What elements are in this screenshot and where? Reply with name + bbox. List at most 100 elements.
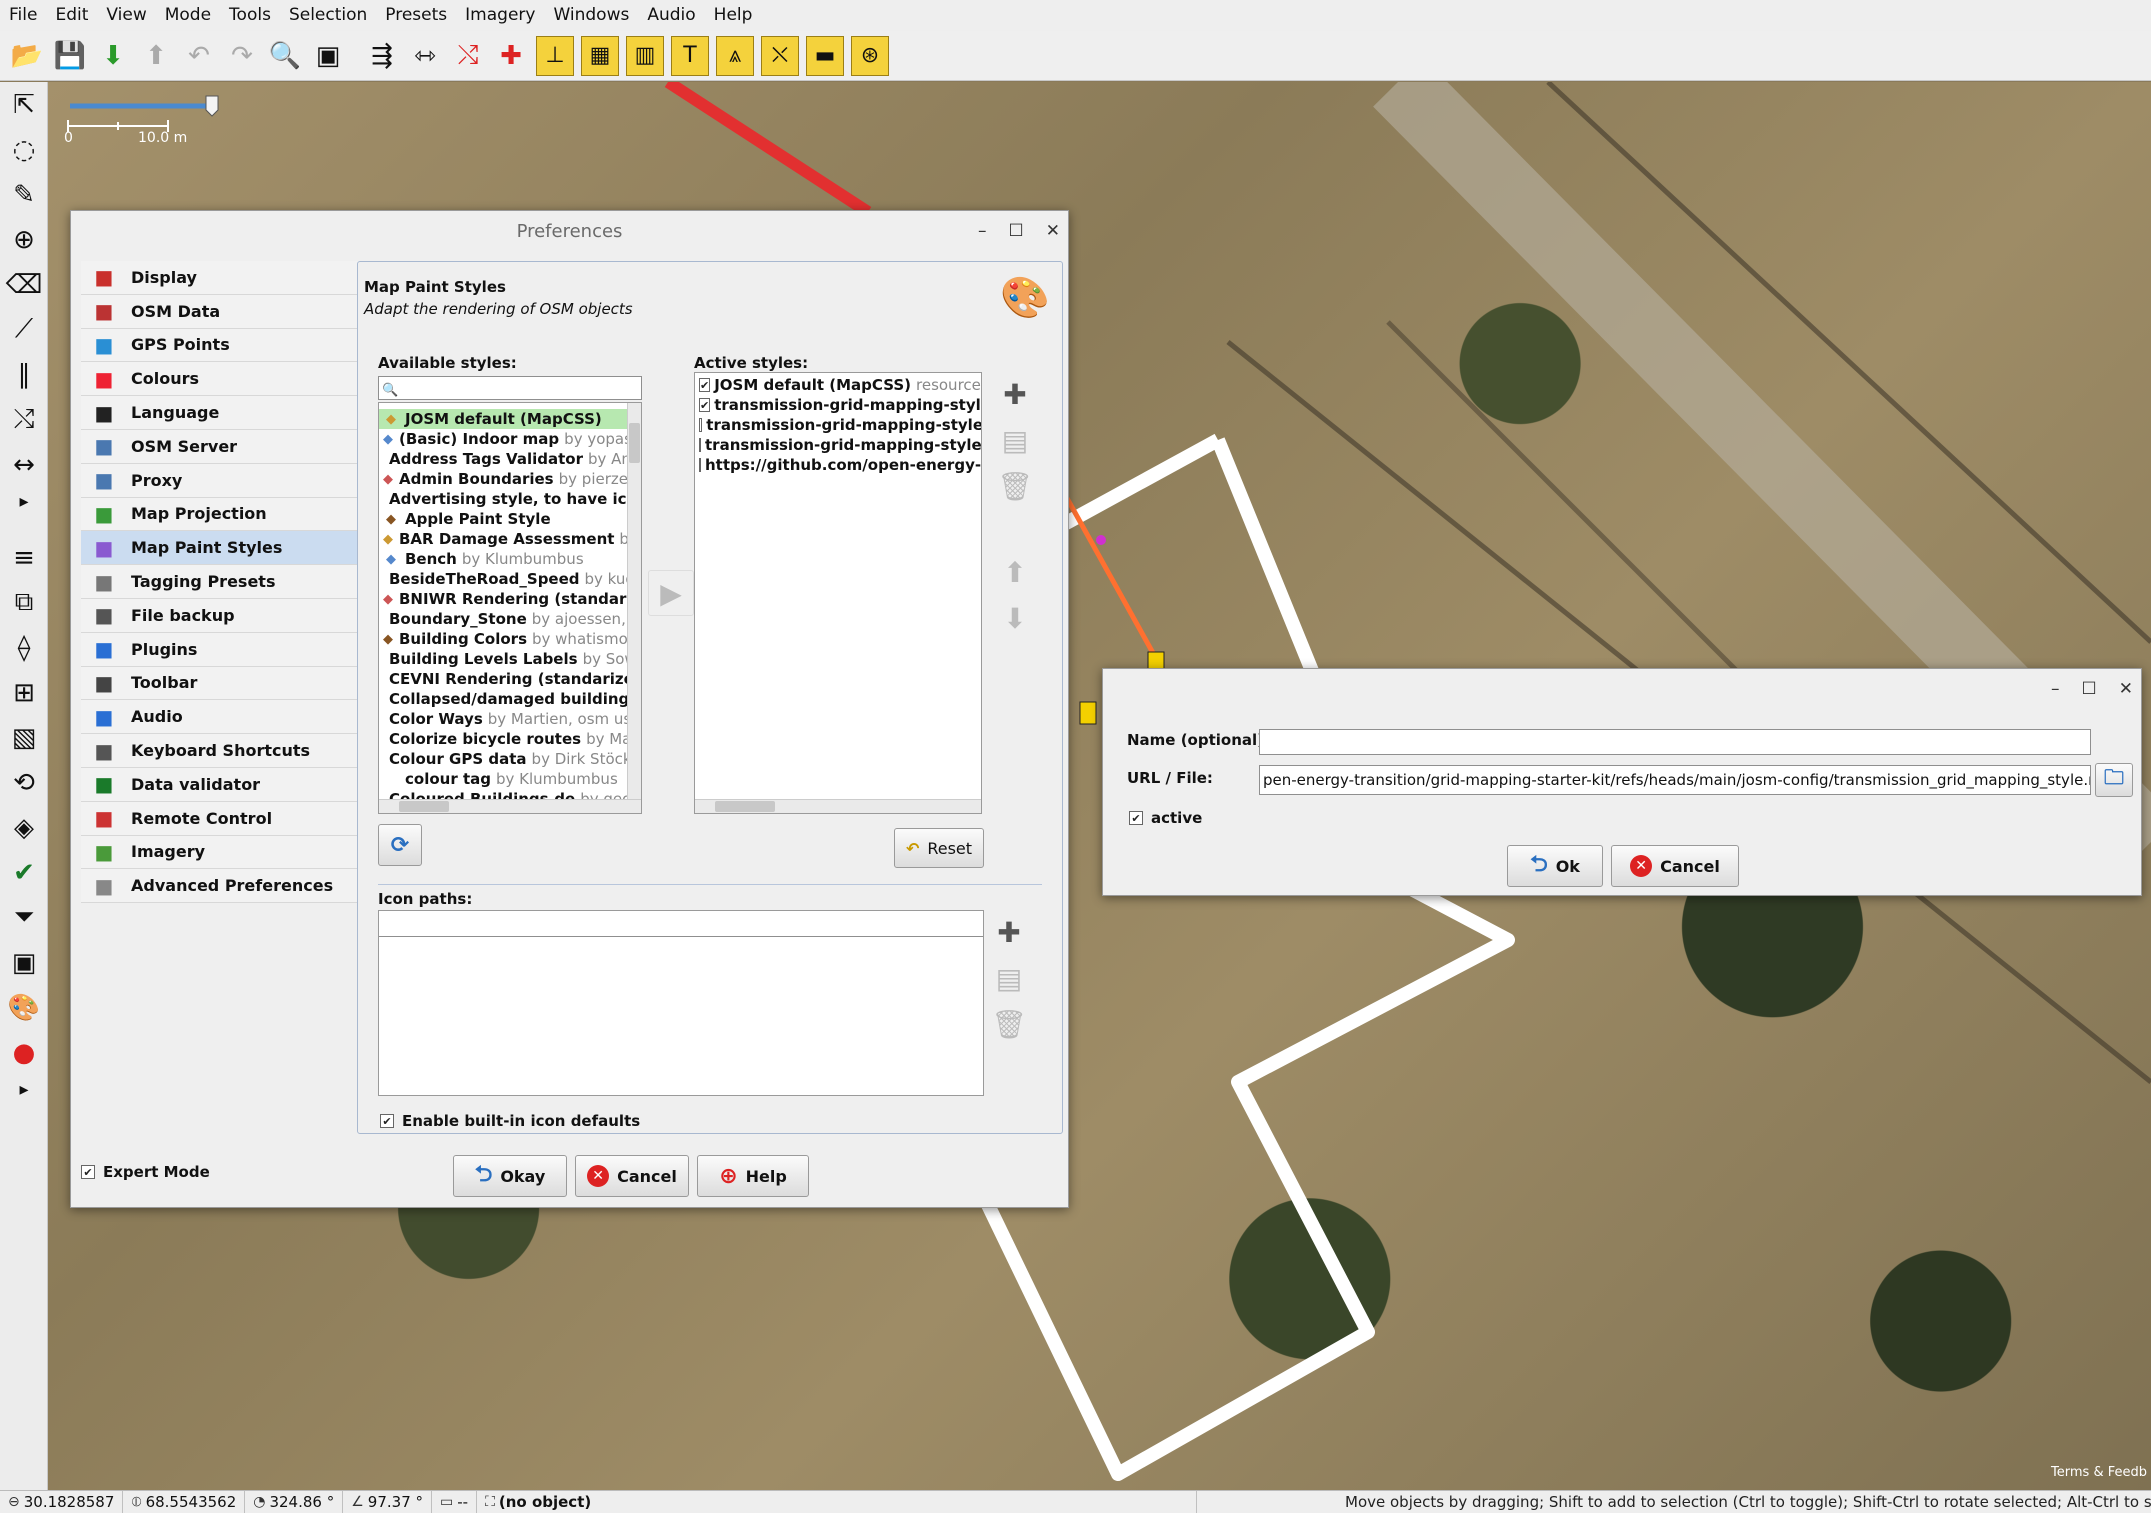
generator-preset-icon[interactable]: ▬ xyxy=(806,35,844,76)
redo-icon[interactable]: ↷ xyxy=(221,35,263,77)
checkbox-checked-icon[interactable]: ✔ xyxy=(699,378,711,392)
available-styles-list[interactable]: ◆ JOSM default (MapCSS) ◆ (Basic) Indoor ma… xyxy=(378,402,642,814)
filter-icon[interactable]: ◈ xyxy=(0,805,48,850)
browse-file-button[interactable]: 🗀 xyxy=(2095,763,2133,797)
activate-style-arrow-icon[interactable]: ▶ xyxy=(648,570,694,616)
minimize-icon[interactable]: – xyxy=(2051,679,2060,699)
checkbox-checked-icon[interactable]: ✔ xyxy=(699,398,711,412)
grid-preset-icon[interactable]: ▦ xyxy=(581,35,619,76)
more-icon[interactable]: ▸ xyxy=(0,487,48,515)
available-vscroll[interactable] xyxy=(627,403,641,801)
expert-mode-checkbox[interactable]: ✔ Expert Mode xyxy=(81,1163,210,1181)
active-style-item[interactable]: transmission-grid-mapping-style xyxy=(695,415,981,435)
upload-icon[interactable]: ⬆ xyxy=(135,35,177,77)
close-icon[interactable]: ✕ xyxy=(1046,221,1060,241)
active-style-item[interactable]: https://github.com/open-energy-tra xyxy=(695,455,981,475)
funnel-icon[interactable]: ⏷ xyxy=(0,895,48,940)
available-style-item[interactable]: ◆ Bench by Klumbumbus xyxy=(379,549,629,569)
available-style-item[interactable]: Boundary_Stone by ajoessen,l xyxy=(379,609,630,629)
available-style-item[interactable]: colour tag by Klumbumbus xyxy=(379,769,629,789)
add-icon-path-icon[interactable]: ✚ xyxy=(988,912,1030,952)
cancel-button[interactable]: ✕ Cancel xyxy=(575,1155,689,1197)
align-circle-icon[interactable]: ↔ xyxy=(0,442,48,487)
plant-preset-icon[interactable]: ⊛ xyxy=(851,35,889,76)
checkbox-unchecked-icon[interactable] xyxy=(699,458,701,472)
available-style-item[interactable]: Address Tags Validator by Ant xyxy=(379,449,637,469)
dialog-cancel-button[interactable]: ✕ Cancel xyxy=(1611,845,1739,887)
help-button[interactable]: ⊕ Help xyxy=(697,1155,809,1197)
active-style-item[interactable]: transmission-grid-mapping-style/h xyxy=(695,435,981,455)
available-hscroll[interactable] xyxy=(379,799,641,813)
active-style-item[interactable]: ✔JOSM default (MapCSS) resource://sty xyxy=(695,375,981,395)
history-icon[interactable]: ⊞ xyxy=(0,670,48,715)
move-up-icon[interactable]: ⬆ xyxy=(994,552,1036,592)
menu-audio[interactable]: Audio xyxy=(638,0,704,31)
move-down-icon[interactable]: ⬇ xyxy=(994,598,1036,638)
name-input[interactable] xyxy=(1259,729,2091,755)
available-style-item[interactable]: ◆ Apple Paint Style xyxy=(379,509,629,529)
checkbox-unchecked-icon[interactable] xyxy=(699,418,703,432)
transformer-preset-icon[interactable]: ▥ xyxy=(626,35,664,76)
ok-button[interactable]: ⮌ Ok xyxy=(1507,845,1603,887)
available-style-item[interactable]: BesideTheRoad_Speed by kud xyxy=(379,569,635,589)
select-mode-icon[interactable]: ⇱ xyxy=(0,82,48,127)
delete-mode-icon[interactable]: ⌫ xyxy=(0,262,48,307)
conflict-icon[interactable]: ⟲ xyxy=(0,760,48,805)
tower-preset-icon[interactable]: ⊥ xyxy=(536,35,574,76)
substation-preset-icon[interactable]: ⛌ xyxy=(761,35,799,76)
minimize-icon[interactable]: – xyxy=(978,221,987,241)
layers-icon[interactable]: ≡ xyxy=(0,535,48,580)
distribute-icon[interactable]: ⇿ xyxy=(404,35,446,77)
available-style-item[interactable]: Building Levels Labels by Sow xyxy=(379,649,637,669)
menu-mode[interactable]: Mode xyxy=(156,0,220,31)
active-hscroll[interactable] xyxy=(695,799,981,813)
terms-link[interactable]: Terms & Feedb xyxy=(2051,1465,2147,1480)
notes-icon[interactable]: ● xyxy=(0,1030,48,1075)
available-style-item[interactable]: ◆ Building Colors by whatismoss xyxy=(379,629,641,649)
available-style-item[interactable]: Colour GPS data by Dirk Stöcke xyxy=(379,749,640,769)
menu-tools[interactable]: Tools xyxy=(220,0,280,31)
available-style-item[interactable]: ◆ BNIWR Rendering (standarize xyxy=(379,589,641,609)
open-file-icon[interactable]: 📂 xyxy=(6,35,48,77)
styles-icon[interactable]: 🎨 xyxy=(0,985,48,1030)
active-style-item[interactable]: ✔transmission-grid-mapping-style/h xyxy=(695,395,981,415)
align-icon[interactable]: ⇶ xyxy=(361,35,403,77)
style-filter-input[interactable]: 🔍 xyxy=(378,376,642,400)
active-checkbox[interactable]: ✔ active xyxy=(1129,809,1202,827)
zoom-mode-icon[interactable]: ⊕ xyxy=(0,217,48,262)
menu-selection[interactable]: Selection xyxy=(280,0,376,31)
undo-icon[interactable]: ↶ xyxy=(178,35,220,77)
available-style-item[interactable]: Color Ways by Martien, osm us xyxy=(379,709,631,729)
lasso-icon[interactable]: ◌ xyxy=(0,127,48,172)
okay-button[interactable]: ⮌ Okay xyxy=(453,1155,567,1197)
menu-help[interactable]: Help xyxy=(705,0,762,31)
menu-windows[interactable]: Windows xyxy=(544,0,638,31)
tower-lattice-preset-icon[interactable]: ⩓ xyxy=(716,35,754,76)
available-style-item[interactable]: CEVNI Rendering (standarize xyxy=(379,669,634,689)
parallel-icon[interactable]: ∥ xyxy=(0,352,48,397)
available-style-item[interactable]: ◆ (Basic) Indoor map by yopaseo xyxy=(379,429,641,449)
available-style-item[interactable]: ◆ JOSM default (MapCSS) xyxy=(379,409,629,429)
preferences-icon[interactable]: ▣ xyxy=(307,35,349,77)
menu-imagery[interactable]: Imagery xyxy=(456,0,544,31)
add-node-icon[interactable]: ✚ xyxy=(490,35,532,77)
url-input[interactable]: pen-energy-transition/grid-mapping-start… xyxy=(1259,765,2091,795)
icon-defaults-checkbox[interactable]: ✔ Enable built-in icon defaults xyxy=(380,1112,640,1130)
available-style-item[interactable]: Advertising style, to have icon xyxy=(379,489,641,509)
available-style-item[interactable]: Colorize bicycle routes by Mar xyxy=(379,729,638,749)
delete-style-icon[interactable]: 🗑 xyxy=(994,466,1036,506)
pole-preset-icon[interactable]: T xyxy=(671,35,709,76)
available-style-item[interactable]: ◆ Admin Boundaries by pierzen xyxy=(379,469,638,489)
map-icon[interactable]: ▧ xyxy=(0,715,48,760)
menu-view[interactable]: View xyxy=(97,0,155,31)
save-icon[interactable]: 💾 xyxy=(49,35,91,77)
download-icon[interactable]: ⬇ xyxy=(92,35,134,77)
refresh-button[interactable]: ⟳ xyxy=(378,824,422,866)
maximize-icon[interactable]: ☐ xyxy=(1009,221,1024,241)
draw-mode-icon[interactable]: ✎ xyxy=(0,172,48,217)
split-way-icon[interactable]: ⤭ xyxy=(0,397,48,442)
tags-icon[interactable]: ⧉ xyxy=(0,580,48,625)
relation-icon[interactable]: ⟠ xyxy=(0,625,48,670)
available-style-item[interactable]: ◆BAR Damage Assessmentby j xyxy=(379,529,641,549)
menu-edit[interactable]: Edit xyxy=(46,0,97,31)
